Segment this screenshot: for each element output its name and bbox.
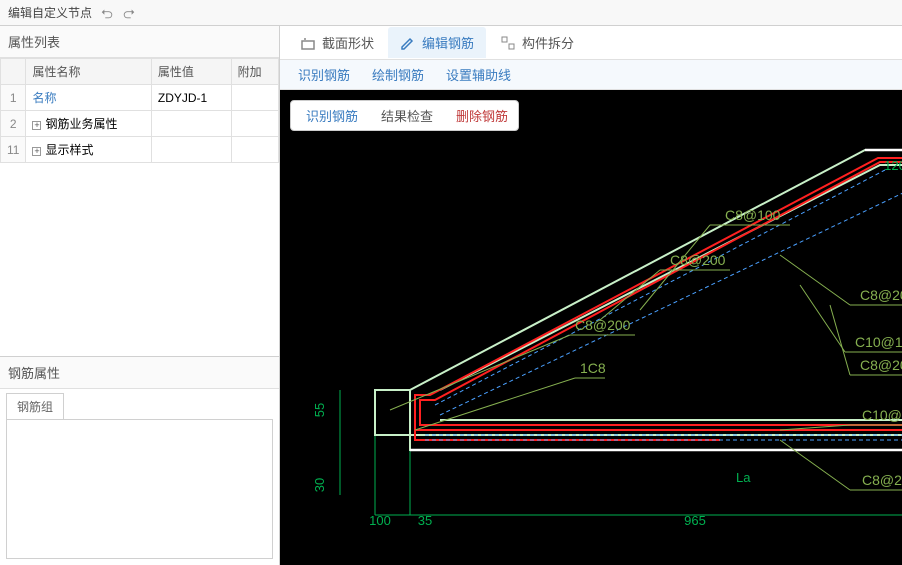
col-name: 属性名称 xyxy=(26,59,151,85)
tab-section[interactable]: 截面形状 xyxy=(288,27,386,58)
left-panel: 属性列表 属性名称 属性值 附加 1 名称 ZDYJD-1 2 +钢筋业务属性 … xyxy=(0,26,280,565)
svg-text:C8@200: C8@200 xyxy=(862,472,902,488)
check-result-button[interactable]: 结果检查 xyxy=(376,106,433,125)
row-name[interactable]: +显示样式 xyxy=(26,137,151,163)
toolbar: 识别钢筋 绘制钢筋 设置辅助线 xyxy=(280,60,902,90)
svg-text:C10@100: C10@100 xyxy=(862,407,902,423)
svg-text:965: 965 xyxy=(684,513,706,528)
svg-text:100: 100 xyxy=(369,513,391,528)
svg-text:C10@150: C10@150 xyxy=(855,334,902,350)
col-num xyxy=(1,59,26,85)
properties-header: 属性列表 xyxy=(0,26,279,58)
row-value[interactable]: ZDYJD-1 xyxy=(151,85,231,111)
col-value: 属性值 xyxy=(151,59,231,85)
draw-rebar-button[interactable]: 绘制钢筋 xyxy=(366,65,424,84)
svg-text:C8@200: C8@200 xyxy=(860,357,902,373)
svg-text:1C8: 1C8 xyxy=(580,360,606,376)
svg-text:120: 120 xyxy=(884,158,902,173)
row-name[interactable]: 名称 xyxy=(26,85,151,111)
right-panel: 截面形状 编辑钢筋 构件拆分 识别钢筋 绘制钢筋 设置辅助线 识别钢筋 xyxy=(280,26,902,565)
table-row[interactable]: 1 名称 ZDYJD-1 xyxy=(1,85,279,111)
expand-icon[interactable]: + xyxy=(32,147,41,156)
svg-text:C8@200: C8@200 xyxy=(670,252,726,268)
split-icon xyxy=(500,35,516,51)
recognize-rebar-float-button[interactable]: 识别钢筋 xyxy=(301,106,358,125)
recognize-rebar-button[interactable]: 识别钢筋 xyxy=(292,65,350,84)
spacer xyxy=(0,163,279,356)
row-extra xyxy=(231,111,278,137)
row-num: 2 xyxy=(1,111,26,137)
rebar-properties-panel: 钢筋属性 钢筋组 xyxy=(0,356,279,565)
properties-table: 属性名称 属性值 附加 1 名称 ZDYJD-1 2 +钢筋业务属性 11 +显… xyxy=(0,58,279,163)
tab-split[interactable]: 构件拆分 xyxy=(488,27,586,58)
rebar-properties-body[interactable] xyxy=(6,419,273,559)
svg-text:C8@200: C8@200 xyxy=(860,287,902,303)
row-value xyxy=(151,137,231,163)
svg-text:55: 55 xyxy=(312,403,327,417)
window-title: 编辑自定义节点 xyxy=(8,4,92,21)
svg-text:35: 35 xyxy=(418,513,432,528)
main-tabs: 截面形状 编辑钢筋 构件拆分 xyxy=(280,26,902,60)
row-num: 1 xyxy=(1,85,26,111)
floating-toolbar: 识别钢筋 结果检查 删除钢筋 xyxy=(290,100,519,131)
table-row[interactable]: 2 +钢筋业务属性 xyxy=(1,111,279,137)
set-auxiliary-line-button[interactable]: 设置辅助线 xyxy=(440,65,511,84)
table-header-row: 属性名称 属性值 附加 xyxy=(1,59,279,85)
col-extra: 附加 xyxy=(231,59,278,85)
expand-icon[interactable]: + xyxy=(32,121,41,130)
row-num: 11 xyxy=(1,137,26,163)
row-name[interactable]: +钢筋业务属性 xyxy=(26,111,151,137)
svg-text:La: La xyxy=(736,470,751,485)
rebar-properties-header: 钢筋属性 xyxy=(0,357,279,389)
redo-icon[interactable] xyxy=(122,6,136,20)
row-extra xyxy=(231,137,278,163)
rebar-group-tab[interactable]: 钢筋组 xyxy=(6,393,64,419)
edit-icon xyxy=(400,35,416,51)
delete-rebar-button[interactable]: 删除钢筋 xyxy=(451,106,508,125)
row-extra xyxy=(231,85,278,111)
row-value xyxy=(151,111,231,137)
section-icon xyxy=(300,35,316,51)
tab-edit-rebar[interactable]: 编辑钢筋 xyxy=(388,27,486,58)
undo-icon[interactable] xyxy=(100,6,114,20)
cad-drawing: C8@100 C8@200 C8@200 C10@150 C8@200 C10@100 C8… xyxy=(280,90,902,565)
drawing-canvas[interactable]: 识别钢筋 结果检查 删除钢筋 xyxy=(280,90,902,565)
table-row[interactable]: 11 +显示样式 xyxy=(1,137,279,163)
svg-text:C8@200: C8@200 xyxy=(575,317,631,333)
title-bar: 编辑自定义节点 xyxy=(0,0,902,26)
svg-text:30: 30 xyxy=(312,478,327,492)
svg-text:C8@100: C8@100 xyxy=(725,207,781,223)
